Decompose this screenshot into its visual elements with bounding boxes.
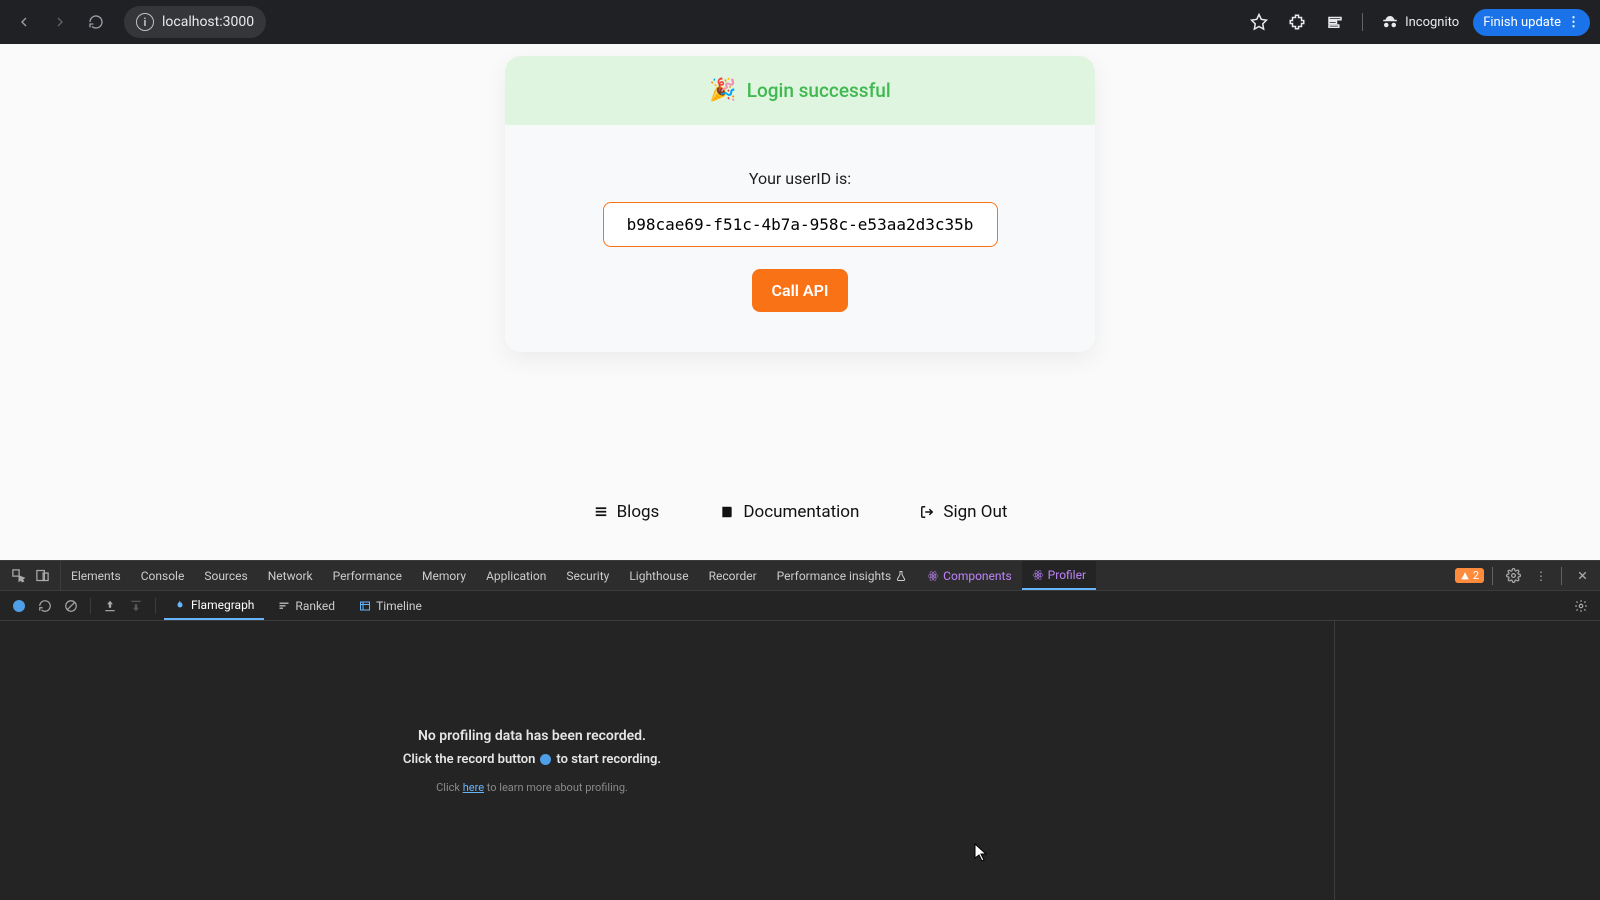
userid-value: b98cae69-f51c-4b7a-958c-e53aa2d3c35b	[603, 202, 998, 247]
logout-icon	[919, 504, 935, 520]
devtools-panel: Elements Console Sources Network Perform…	[0, 560, 1600, 900]
incognito-icon	[1381, 13, 1399, 31]
ranked-icon	[278, 600, 290, 612]
tab-components[interactable]: Components	[917, 561, 1022, 590]
blogs-link[interactable]: Blogs	[593, 502, 660, 522]
empty-subtitle: Click the record button to start recordi…	[403, 752, 661, 767]
banner-message: Login successful	[747, 79, 891, 102]
inspect-element-icon[interactable]	[6, 564, 30, 588]
url-text: localhost:3000	[162, 14, 254, 30]
tab-sources[interactable]: Sources	[194, 561, 257, 590]
more-menu-icon[interactable]: ⋮	[1529, 564, 1553, 588]
login-card: 🎉 Login successful Your userID is: b98ca…	[505, 56, 1095, 352]
clear-button[interactable]	[60, 595, 82, 617]
flame-icon	[174, 599, 186, 611]
documentation-link[interactable]: Documentation	[719, 502, 859, 522]
view-timeline[interactable]: Timeline	[349, 591, 432, 620]
flask-icon	[895, 570, 907, 582]
react-icon	[1032, 569, 1044, 581]
profiler-toolbar: Flamegraph Ranked Timeline	[0, 591, 1600, 621]
tab-network[interactable]: Network	[258, 561, 323, 590]
list-icon	[593, 504, 609, 520]
footer-links: Blogs Documentation Sign Out	[0, 502, 1600, 522]
record-button[interactable]	[8, 595, 30, 617]
site-info-icon[interactable]: i	[136, 13, 154, 31]
react-icon	[927, 570, 939, 582]
page-content: 🎉 Login successful Your userID is: b98ca…	[0, 44, 1600, 560]
browser-toolbar: i localhost:3000 Incognito Finish update…	[0, 0, 1600, 44]
tab-performance-insights[interactable]: Performance insights	[767, 561, 918, 590]
tab-recorder[interactable]: Recorder	[699, 561, 767, 590]
device-toolbar-icon[interactable]	[30, 564, 54, 588]
settings-gear-icon[interactable]	[1501, 564, 1525, 588]
sign-out-link[interactable]: Sign Out	[919, 502, 1007, 522]
userid-label: Your userID is:	[545, 169, 1055, 188]
devtools-tab-bar: Elements Console Sources Network Perform…	[0, 561, 1600, 591]
tab-application[interactable]: Application	[476, 561, 556, 590]
party-popper-icon: 🎉	[709, 78, 736, 103]
save-profile-button[interactable]	[125, 595, 147, 617]
more-icon: ⋮	[1567, 15, 1580, 30]
tab-elements[interactable]: Elements	[61, 561, 131, 590]
empty-hint: Click here to learn more about profiling…	[436, 781, 628, 794]
record-dot-icon	[540, 754, 551, 765]
view-flamegraph[interactable]: Flamegraph	[164, 591, 264, 620]
learn-more-link[interactable]: here	[463, 781, 484, 794]
reload-profile-button[interactable]	[34, 595, 56, 617]
reload-button[interactable]	[82, 8, 110, 36]
profiler-empty-state: No profiling data has been recorded. Cli…	[0, 621, 1335, 900]
tab-console[interactable]: Console	[131, 561, 195, 590]
back-button[interactable]	[10, 8, 38, 36]
warning-icon	[1460, 571, 1470, 581]
tab-memory[interactable]: Memory	[412, 561, 476, 590]
success-banner: 🎉 Login successful	[505, 56, 1095, 125]
profiler-side-panel	[1335, 621, 1600, 900]
extensions-icon[interactable]	[1282, 7, 1312, 37]
incognito-indicator: Incognito	[1375, 13, 1465, 31]
load-profile-button[interactable]	[99, 595, 121, 617]
warnings-badge[interactable]: 2	[1455, 568, 1484, 583]
address-bar[interactable]: i localhost:3000	[124, 6, 266, 38]
tab-security[interactable]: Security	[556, 561, 619, 590]
empty-title: No profiling data has been recorded.	[418, 728, 646, 744]
tab-lighthouse[interactable]: Lighthouse	[619, 561, 698, 590]
panel-icon[interactable]	[1320, 7, 1350, 37]
call-api-button[interactable]: Call API	[752, 269, 849, 312]
close-devtools-icon[interactable]	[1570, 564, 1594, 588]
forward-button[interactable]	[46, 8, 74, 36]
view-ranked[interactable]: Ranked	[268, 591, 345, 620]
profiler-settings-icon[interactable]	[1570, 595, 1592, 617]
book-icon	[719, 504, 735, 520]
timeline-icon	[359, 600, 371, 612]
tab-profiler[interactable]: Profiler	[1022, 561, 1096, 590]
tab-performance[interactable]: Performance	[323, 561, 412, 590]
bookmark-star-icon[interactable]	[1244, 7, 1274, 37]
finish-update-button[interactable]: Finish update ⋮	[1473, 9, 1590, 36]
